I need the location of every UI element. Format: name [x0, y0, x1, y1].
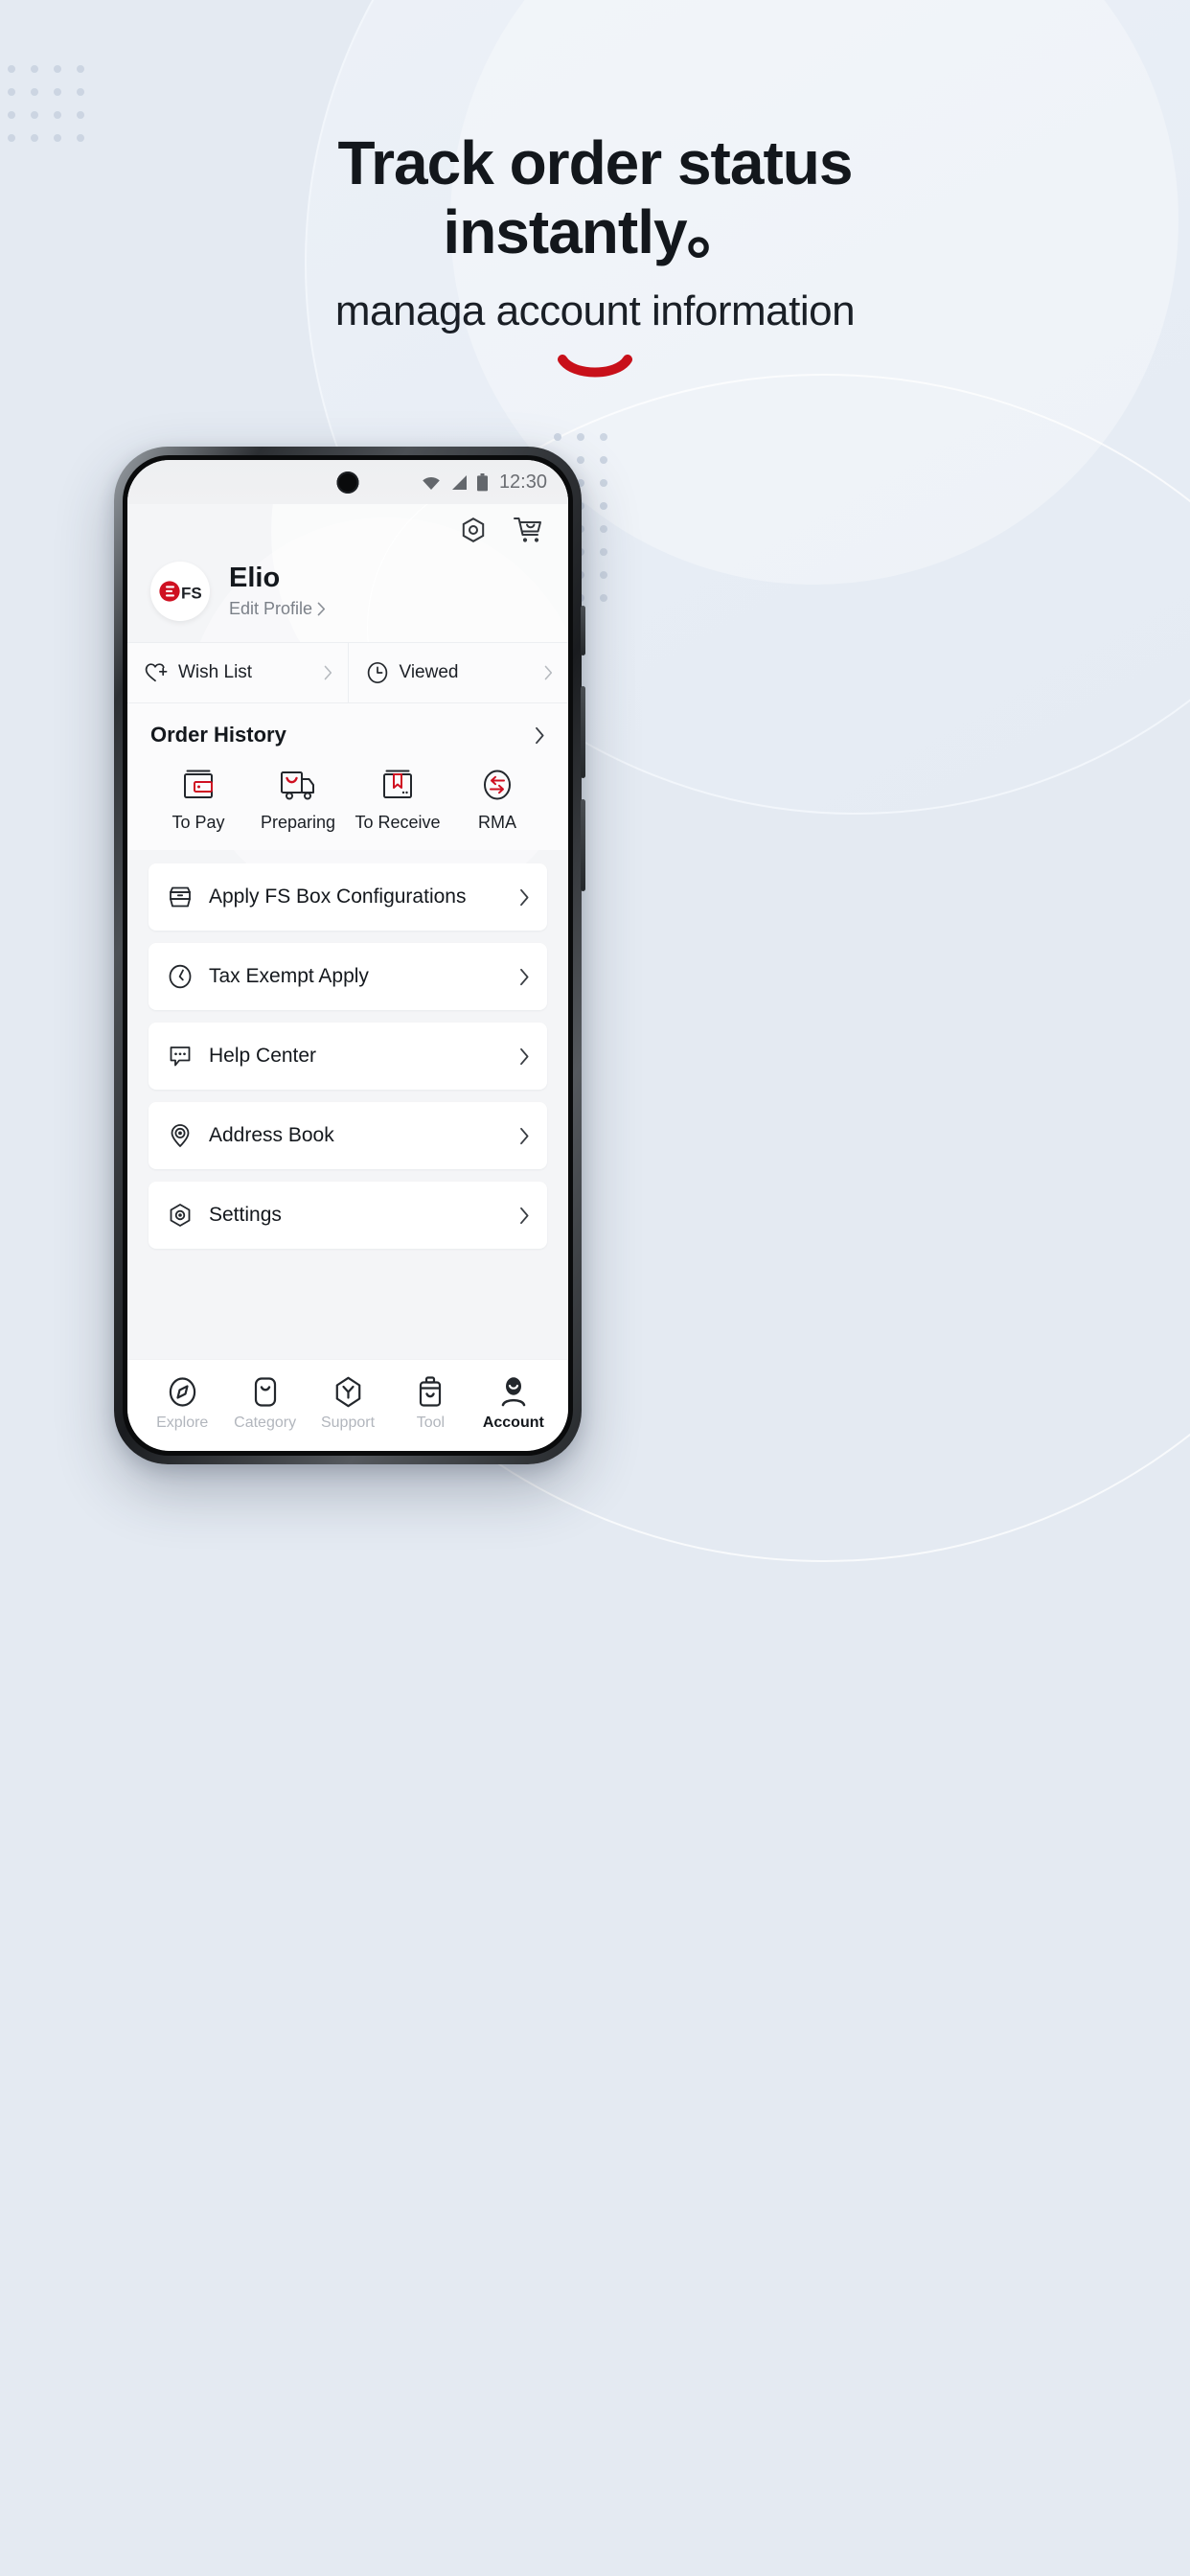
fs-logo-icon: FS: [159, 581, 201, 602]
clock-icon: [367, 661, 387, 684]
order-status-label: RMA: [478, 813, 516, 832]
order-history-items: To Pay Preparing To Receive RMA: [149, 769, 547, 833]
box-config-icon: [170, 886, 191, 908]
profile-text: Elio Edit Profile: [229, 563, 326, 619]
menu-item-label: Address Book: [209, 1124, 334, 1146]
order-history-header[interactable]: Order History: [149, 719, 547, 749]
tab-label: Category: [234, 1414, 297, 1431]
chevron-right-icon: [324, 665, 332, 680]
map-pin-icon: [171, 1124, 190, 1147]
phone-volume-down-button: [581, 799, 585, 891]
heart-plus-icon: [145, 663, 168, 682]
chevron-right-icon: [520, 1207, 529, 1224]
hero-title: Track order status instantly。: [0, 128, 1190, 266]
chevron-right-icon: [520, 1047, 529, 1065]
edit-profile-label: Edit Profile: [229, 598, 313, 618]
order-status-label: To Receive: [355, 813, 441, 832]
support-icon: [335, 1376, 360, 1407]
order-history-title: Order History: [150, 723, 286, 747]
red-swoosh-icon: [558, 355, 632, 378]
tab-explore[interactable]: Explore: [141, 1376, 223, 1432]
quick-link-wish-list[interactable]: Wish List: [127, 643, 348, 702]
order-status-to-receive[interactable]: To Receive: [348, 769, 447, 833]
quick-links-row: Wish List Viewed: [127, 642, 568, 703]
menu-item-label: Tax Exempt Apply: [209, 965, 369, 987]
quick-link-label: Wish List: [178, 662, 253, 682]
menu-item-apply-fs-box-configurations[interactable]: Apply FS Box Configurations: [149, 863, 547, 931]
phone-mockup: 12:30 FS Elio Edit Profile Wish List Vie…: [114, 447, 585, 1464]
hexagon-gear-icon: [170, 1204, 191, 1227]
menu-item-label: Settings: [209, 1204, 282, 1226]
menu-item-tax-exempt-apply[interactable]: Tax Exempt Apply: [149, 943, 547, 1010]
clock-tax-icon: [169, 964, 192, 989]
chevron-right-icon: [536, 726, 544, 744]
wallet-icon: [184, 770, 213, 798]
profile-name: Elio: [229, 563, 281, 594]
phone-side-button-top: [581, 606, 585, 656]
tab-label: Support: [320, 1414, 376, 1431]
order-status-rma[interactable]: RMA: [447, 769, 547, 833]
order-status-label: To Pay: [172, 813, 225, 832]
category-icon: [254, 1376, 276, 1407]
menu-item-settings[interactable]: Settings: [149, 1182, 547, 1249]
box-bookmark-icon: [383, 770, 412, 798]
tab-tool[interactable]: Tool: [389, 1375, 471, 1432]
tab-category[interactable]: Category: [223, 1376, 306, 1432]
chevron-right-icon: [520, 968, 529, 985]
cart-icon[interactable]: [513, 516, 543, 544]
order-status-to-pay[interactable]: To Pay: [149, 769, 248, 833]
tab-account[interactable]: Account: [472, 1376, 555, 1432]
menu-item-address-book[interactable]: Address Book: [149, 1102, 547, 1169]
menu-item-label: Apply FS Box Configurations: [209, 886, 467, 908]
hero-title-line-1: Track order status: [337, 128, 854, 197]
hero-title-line-2: instantly。: [443, 196, 747, 266]
avatar: FS: [150, 562, 210, 621]
menu-item-label: Help Center: [209, 1045, 317, 1067]
hero-subtitle: managa account information: [334, 288, 856, 335]
chevron-right-icon: [544, 665, 553, 680]
phone-volume-up-button: [581, 686, 585, 778]
phone-screen: 12:30 FS Elio Edit Profile Wish List Vie…: [127, 460, 568, 1451]
tab-support[interactable]: Support: [307, 1376, 389, 1432]
quick-link-viewed[interactable]: Viewed: [347, 643, 569, 702]
order-status-label: Preparing: [260, 813, 336, 832]
order-history-section: Order History To Pay Preparing To Receiv…: [127, 703, 568, 850]
compass-icon: [169, 1376, 195, 1407]
chevron-right-icon: [520, 888, 529, 906]
cellular-signal-icon: [451, 474, 467, 490]
hero-section: Track order status instantly。 managa acc…: [0, 0, 1190, 380]
chat-bubble-icon: [170, 1046, 191, 1067]
battery-icon: [476, 472, 488, 491]
tab-label: Account: [482, 1414, 544, 1431]
wifi-icon: [423, 476, 440, 490]
menu-list: Apply FS Box Configurations Tax Exempt A…: [127, 850, 568, 1249]
status-time: 12:30: [498, 471, 547, 493]
camera-punch-hole: [336, 472, 359, 494]
order-status-preparing[interactable]: Preparing: [248, 769, 348, 833]
chevron-right-icon: [520, 1127, 529, 1144]
tab-label: Explore: [156, 1414, 209, 1431]
menu-item-help-center[interactable]: Help Center: [149, 1023, 547, 1090]
chevron-right-icon: [317, 602, 326, 616]
profile-header[interactable]: FS Elio Edit Profile: [127, 556, 568, 642]
bottom-tab-bar: Explore Category Support Tool Account: [127, 1359, 568, 1451]
phone-bezel: 12:30 FS Elio Edit Profile Wish List Vie…: [123, 455, 573, 1456]
account-icon: [501, 1376, 526, 1406]
return-arrows-icon: [484, 770, 511, 800]
tool-bag-icon: [420, 1375, 442, 1407]
quick-link-label: Viewed: [399, 662, 459, 682]
settings-icon[interactable]: [459, 516, 488, 544]
tab-label: Tool: [416, 1414, 446, 1431]
edit-profile-link[interactable]: Edit Profile: [229, 599, 326, 619]
svg-text:FS: FS: [181, 584, 201, 602]
truck-icon: [281, 771, 314, 800]
app-header-actions: [127, 504, 568, 556]
